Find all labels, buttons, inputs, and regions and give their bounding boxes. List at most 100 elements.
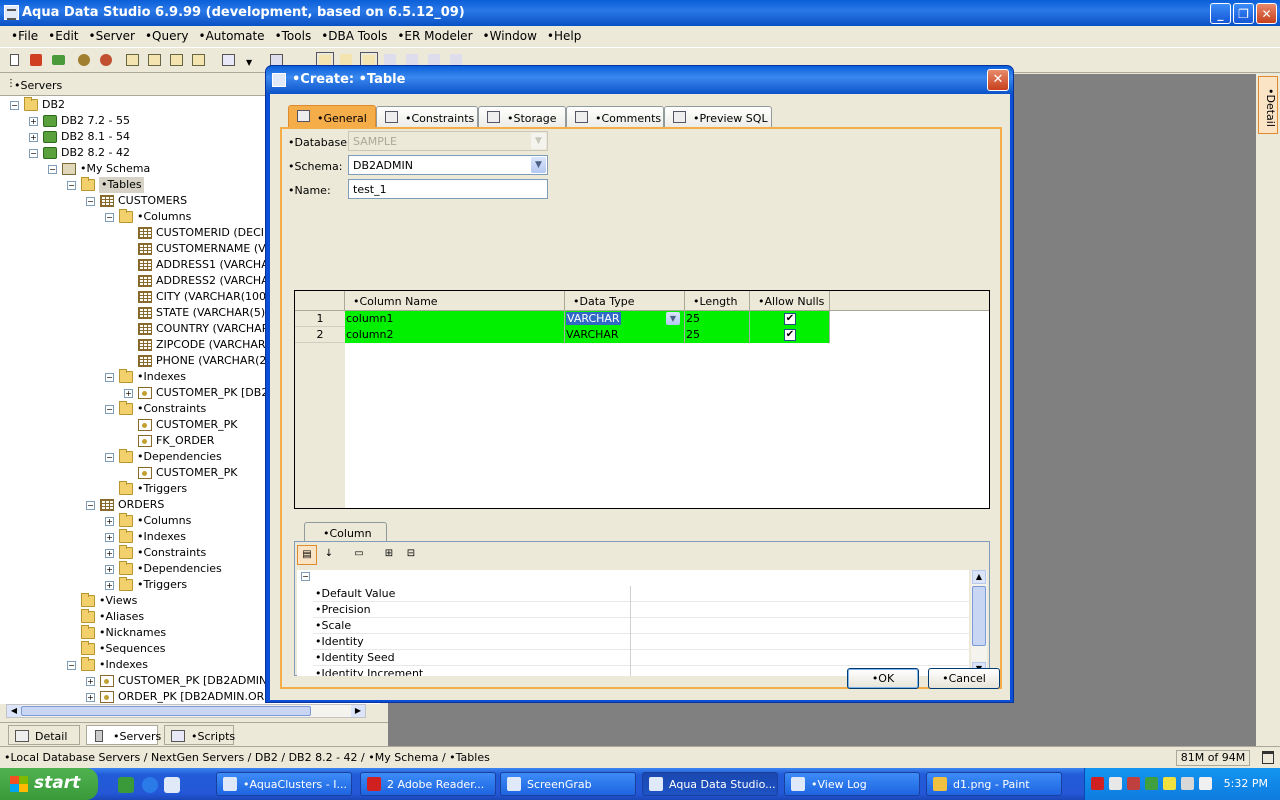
chevron-down-icon[interactable]: ▼ <box>244 52 256 69</box>
row-number[interactable]: 1 <box>295 311 345 327</box>
disconnect-icon[interactable] <box>98 52 116 69</box>
collapse-all-icon[interactable]: ⊟ <box>401 545 421 565</box>
collapse-icon[interactable]: − <box>105 213 114 222</box>
excel-icon[interactable] <box>118 777 134 793</box>
property-row[interactable]: •Identity <box>313 634 969 650</box>
tab-detail[interactable]: Detail <box>8 725 80 745</box>
dialog-title-bar[interactable]: •Create: •Table ✕ <box>266 66 1013 94</box>
new-server-icon[interactable] <box>6 52 24 69</box>
connect-icon[interactable] <box>76 52 94 69</box>
length-cell[interactable]: 25 <box>685 327 750 343</box>
menu-automate[interactable]: •Automate <box>193 26 269 46</box>
expand-icon[interactable]: + <box>105 517 114 526</box>
schema-select[interactable]: DB2ADMIN ▼ <box>348 155 548 175</box>
collapse-icon[interactable]: − <box>105 373 114 382</box>
vertical-scrollbar[interactable]: ▲ ▼ <box>971 570 987 676</box>
task-view-log[interactable]: •View Log <box>784 772 920 796</box>
tab-constraints[interactable]: •Constraints <box>376 106 478 128</box>
collapse-icon[interactable]: − <box>301 572 310 581</box>
collapse-icon[interactable]: − <box>86 501 95 510</box>
chevron-down-icon[interactable]: ▼ <box>666 312 680 325</box>
tab-comments[interactable]: •Comments <box>566 106 664 128</box>
antivirus-icon[interactable] <box>1091 777 1104 790</box>
network-icon[interactable] <box>1109 777 1122 790</box>
maximize-button[interactable]: ❐ <box>1233 3 1254 24</box>
menu-query[interactable]: •Query <box>140 26 194 46</box>
property-row[interactable]: •Precision <box>313 602 969 618</box>
tab-preview-sql[interactable]: •Preview SQL <box>664 106 772 128</box>
column-name-cell[interactable]: column2 <box>345 327 565 343</box>
chevron-down-icon[interactable]: ▼ <box>531 157 546 173</box>
allow-nulls-checkbox[interactable]: ✔ <box>784 329 796 341</box>
task-aquaclusters[interactable]: •AquaClusters - I... <box>216 772 352 796</box>
app-icon[interactable] <box>164 777 180 793</box>
edit-server-icon[interactable] <box>50 52 68 69</box>
scroll-thumb[interactable] <box>972 586 986 646</box>
collapse-icon[interactable]: − <box>105 405 114 414</box>
task-aqua-data-studio[interactable]: Aqua Data Studio... <box>642 772 778 796</box>
collapse-icon[interactable]: − <box>67 181 76 190</box>
scroll-right-icon[interactable]: ▶ <box>351 705 365 717</box>
tab-servers[interactable]: •Servers <box>86 725 161 745</box>
expand-icon[interactable]: + <box>124 389 133 398</box>
trash-icon[interactable] <box>1262 751 1274 764</box>
memory-indicator[interactable]: 81M of 94M <box>1176 750 1250 766</box>
menu-dba-tools[interactable]: •DBA Tools <box>316 26 392 46</box>
task-screengrab[interactable]: ScreenGrab <box>500 772 636 796</box>
detail-dock-tab[interactable]: •Detail <box>1258 76 1278 134</box>
expand-icon[interactable]: + <box>86 693 95 702</box>
volume-icon[interactable] <box>1199 777 1212 790</box>
menu-er-modeler[interactable]: •ER Modeler <box>392 26 477 46</box>
data-type-header[interactable]: •Data Type <box>565 291 685 311</box>
update-icon[interactable] <box>1145 777 1158 790</box>
menu-window[interactable]: •Window <box>478 26 542 46</box>
length-header[interactable]: •Length <box>685 291 750 311</box>
collapse-icon[interactable]: − <box>48 165 57 174</box>
property-pages-icon[interactable]: ▭ <box>349 545 369 565</box>
query-window-icon[interactable] <box>124 52 142 69</box>
phone-icon[interactable] <box>1163 777 1176 790</box>
scroll-left-icon[interactable]: ◀ <box>7 705 21 717</box>
column-name-cell[interactable]: column1 <box>345 311 565 327</box>
monitor-icon[interactable] <box>1181 777 1194 790</box>
expand-icon[interactable]: + <box>105 565 114 574</box>
dialog-close-button[interactable]: ✕ <box>987 69 1009 91</box>
minimize-button[interactable]: _ <box>1210 3 1231 24</box>
expand-icon[interactable]: + <box>29 133 38 142</box>
schema-browser-icon[interactable] <box>168 52 186 69</box>
collapse-icon[interactable]: − <box>67 661 76 670</box>
expand-icon[interactable]: + <box>105 533 114 542</box>
expand-icon[interactable]: + <box>105 581 114 590</box>
collapse-icon[interactable]: − <box>10 101 19 110</box>
menu-file[interactable]: •File <box>6 26 43 46</box>
task-paint[interactable]: d1.png - Paint <box>926 772 1062 796</box>
property-row[interactable]: •Scale <box>313 618 969 634</box>
security-icon[interactable] <box>1127 777 1140 790</box>
register-server-icon[interactable] <box>28 52 46 69</box>
collapse-icon[interactable]: − <box>86 197 95 206</box>
ok-button[interactable]: •OK <box>847 668 919 689</box>
allow-nulls-header[interactable]: •Allow Nulls <box>750 291 830 311</box>
data-type-cell[interactable]: VARCHAR ▼ <box>565 311 685 327</box>
categorized-icon[interactable]: ▤ <box>297 545 317 565</box>
close-button[interactable]: ✕ <box>1256 3 1277 24</box>
collapse-icon[interactable]: − <box>29 149 38 158</box>
task-adobe-reader[interactable]: 2 Adobe Reader... <box>360 772 496 796</box>
tab-general[interactable]: •General <box>288 105 376 129</box>
menu-help[interactable]: •Help <box>542 26 586 46</box>
sort-alpha-icon[interactable]: ↓ <box>319 545 339 565</box>
expand-all-icon[interactable]: ⊞ <box>379 545 399 565</box>
table-data-icon[interactable] <box>146 52 164 69</box>
compare-icon[interactable] <box>190 52 208 69</box>
allow-nulls-checkbox[interactable]: ✔ <box>784 313 796 325</box>
property-row[interactable]: •Identity Seed <box>313 650 969 666</box>
tab-storage[interactable]: •Storage <box>478 106 566 128</box>
property-row[interactable]: •Default Value <box>313 586 969 602</box>
app-title-bar[interactable]: Aqua Data Studio 6.9.99 (development, ba… <box>0 0 1280 26</box>
length-cell[interactable]: 25 <box>685 311 750 327</box>
horizontal-scrollbar[interactable]: ◀ ▶ <box>6 704 366 718</box>
table-name-input[interactable]: test_1 <box>348 179 548 199</box>
collapse-icon[interactable]: − <box>105 453 114 462</box>
cancel-button[interactable]: •Cancel <box>928 668 1000 689</box>
column-name-header[interactable]: •Column Name <box>345 291 565 311</box>
